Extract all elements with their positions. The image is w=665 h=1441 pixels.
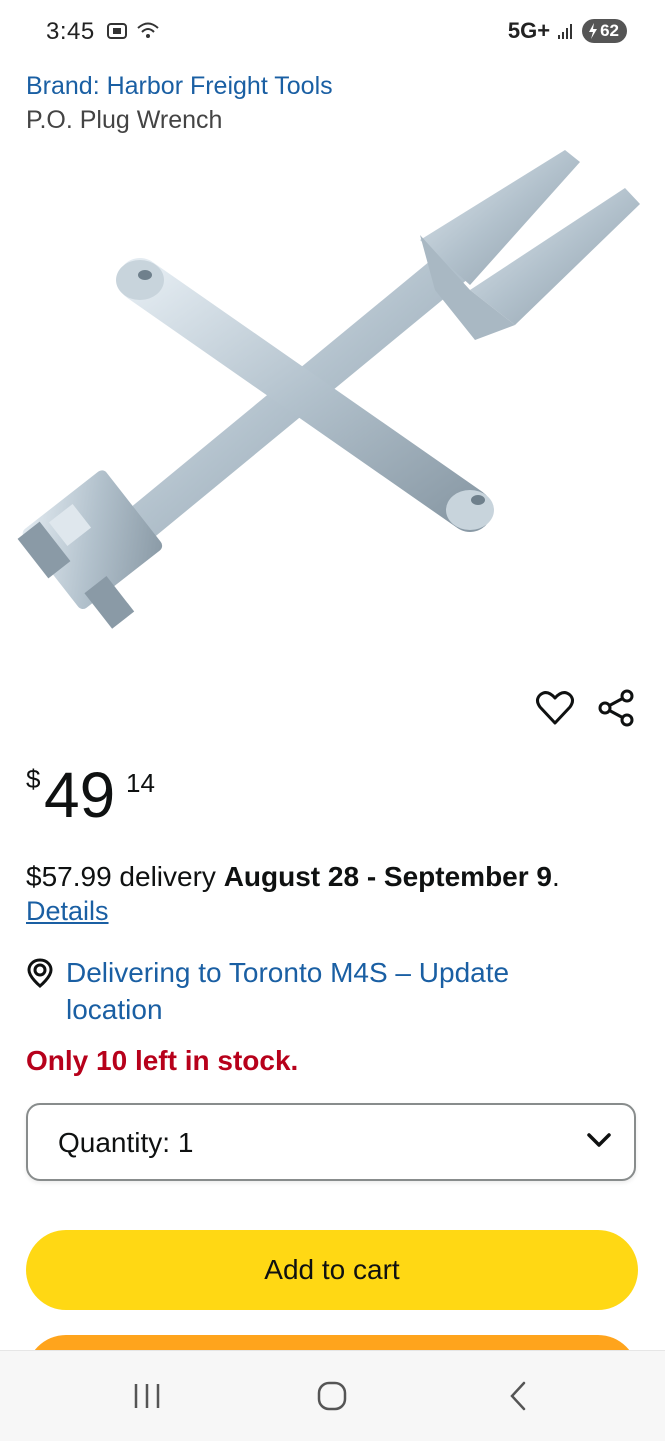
status-bar: 3:45 5G+ 62 xyxy=(0,0,665,64)
location-text[interactable]: Delivering to Toronto M4S – Update locat… xyxy=(66,954,606,1028)
recent-apps-icon[interactable] xyxy=(132,1381,162,1411)
product-actions xyxy=(535,688,637,728)
price-whole: 49 xyxy=(44,759,116,831)
status-time: 3:45 xyxy=(46,18,95,45)
quantity-dropdown[interactable]: Quantity: 1 xyxy=(26,1103,636,1181)
quantity-value: 1 xyxy=(177,1127,194,1158)
charging-icon xyxy=(589,23,598,39)
add-to-cart-button[interactable]: Add to cart xyxy=(26,1230,638,1310)
delivery-suffix: . xyxy=(552,861,560,892)
delivery-dates: August 28 - September 9 xyxy=(223,861,552,892)
brand-link[interactable]: Brand: Harbor Freight Tools xyxy=(26,72,333,101)
screenshot-icon xyxy=(107,23,127,39)
share-icon[interactable] xyxy=(597,688,637,728)
product-image[interactable] xyxy=(0,140,665,670)
network-indicator: 5G+ xyxy=(507,18,551,43)
battery-indicator: 62 xyxy=(582,19,627,43)
chevron-down-icon xyxy=(587,1133,611,1147)
stock-status: Only 10 left in stock. xyxy=(26,1045,299,1076)
location-pin-icon xyxy=(27,958,53,988)
wifi-icon xyxy=(137,22,159,38)
heart-icon[interactable] xyxy=(535,688,575,728)
signal-icon xyxy=(558,24,573,39)
price-currency: $ xyxy=(26,764,41,794)
delivery-info: $57.99 delivery August 28 - September 9. xyxy=(26,858,646,896)
battery-level: 62 xyxy=(600,21,619,40)
quantity-label: Quantity: 1 xyxy=(58,1127,194,1158)
system-nav-bar xyxy=(0,1350,665,1441)
delivery-prefix: $57.99 delivery xyxy=(26,861,224,892)
details-link[interactable]: Details xyxy=(26,896,109,927)
back-icon[interactable] xyxy=(506,1381,530,1411)
status-left-icons xyxy=(106,20,160,42)
home-icon[interactable] xyxy=(316,1381,348,1411)
product-title: P.O. Plug Wrench xyxy=(26,106,223,134)
price-fraction: 14 xyxy=(126,768,155,798)
status-right: 5G+ 62 xyxy=(508,18,627,44)
